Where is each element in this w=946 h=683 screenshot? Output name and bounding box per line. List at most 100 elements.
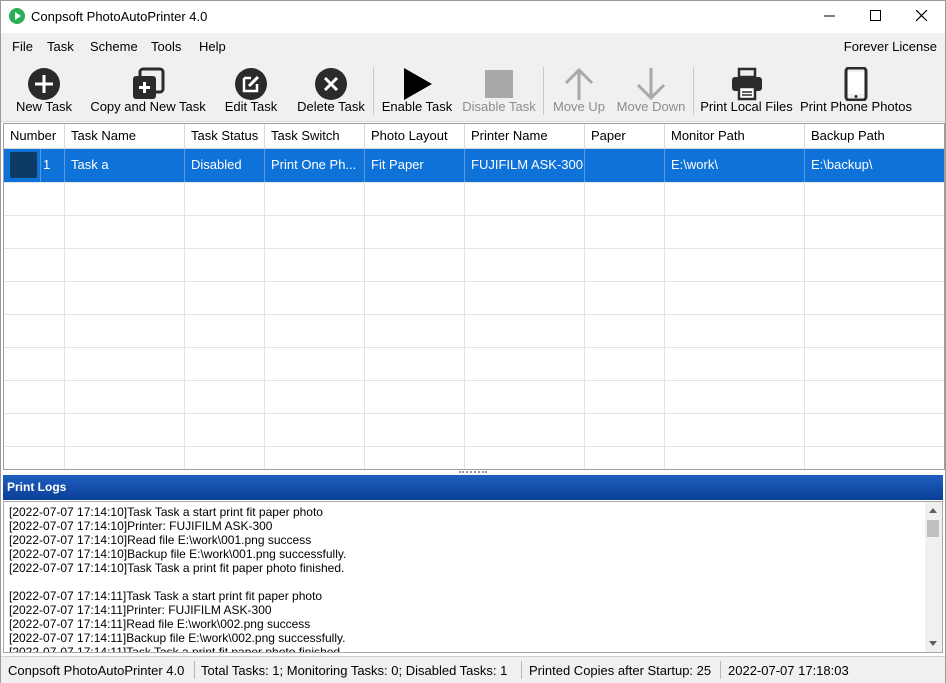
empty-cell bbox=[65, 314, 185, 347]
maximize-button[interactable] bbox=[853, 1, 899, 32]
empty-cell bbox=[805, 281, 944, 314]
print-phone-photos-button[interactable]: Print Phone Photos bbox=[798, 59, 914, 121]
edit-icon bbox=[235, 68, 267, 100]
empty-cell bbox=[265, 182, 365, 215]
empty-cell bbox=[4, 347, 65, 380]
column-number[interactable]: Number bbox=[4, 124, 65, 148]
task-grid[interactable]: Number Task Name Task Status Task Switch… bbox=[3, 123, 945, 470]
toolbar-separator bbox=[373, 67, 374, 115]
disable-task-button[interactable]: Disable Task bbox=[459, 59, 539, 121]
empty-cell bbox=[4, 413, 65, 446]
log-scrollbar[interactable] bbox=[925, 502, 942, 652]
empty-cell bbox=[465, 347, 585, 380]
empty-cell bbox=[805, 182, 944, 215]
log-line: [2022-07-07 17:14:11]Printer: FUJIFILM A… bbox=[9, 603, 272, 617]
empty-table-row[interactable] bbox=[4, 446, 944, 469]
copy-new-task-button[interactable]: Copy and New Task bbox=[85, 59, 211, 121]
empty-cell bbox=[805, 347, 944, 380]
empty-cell bbox=[665, 248, 805, 281]
status-datetime: 2022-07-07 17:18:03 bbox=[728, 663, 849, 678]
empty-table-row[interactable] bbox=[4, 380, 944, 414]
close-button[interactable] bbox=[899, 1, 945, 32]
column-task-status[interactable]: Task Status bbox=[185, 124, 265, 148]
empty-cell bbox=[65, 413, 185, 446]
empty-cell bbox=[65, 281, 185, 314]
menu-scheme[interactable]: Scheme bbox=[90, 39, 138, 54]
empty-cell bbox=[265, 314, 365, 347]
row-selector[interactable] bbox=[10, 152, 37, 178]
empty-cell bbox=[585, 281, 665, 314]
menu-tools[interactable]: Tools bbox=[151, 39, 181, 54]
scroll-down-icon[interactable] bbox=[929, 641, 937, 646]
edit-task-button[interactable]: Edit Task bbox=[219, 59, 283, 121]
empty-table-row[interactable] bbox=[4, 281, 944, 315]
empty-cell bbox=[265, 248, 365, 281]
empty-table-row[interactable] bbox=[4, 215, 944, 249]
cell-paper bbox=[585, 149, 665, 182]
empty-cell bbox=[265, 413, 365, 446]
cell-task-status: Disabled bbox=[185, 149, 265, 182]
log-line: [2022-07-07 17:14:11]Task Task a print f… bbox=[9, 645, 344, 653]
minimize-button[interactable] bbox=[807, 1, 853, 32]
cell-photo-layout: Fit Paper bbox=[365, 149, 465, 182]
empty-cell bbox=[265, 380, 365, 413]
log-line: [2022-07-07 17:14:10]Backup file E:\work… bbox=[9, 547, 347, 561]
empty-table-row[interactable] bbox=[4, 347, 944, 381]
empty-table-row[interactable] bbox=[4, 314, 944, 348]
print-local-files-button[interactable]: Print Local Files bbox=[699, 59, 794, 121]
log-line: [2022-07-07 17:14:10]Read file E:\work\0… bbox=[9, 533, 312, 547]
toolbar: New Task Copy and New Task Edit Task Del… bbox=[1, 59, 945, 122]
empty-cell bbox=[585, 446, 665, 469]
print-logs-panel[interactable]: [2022-07-07 17:14:10]Task Task a start p… bbox=[3, 501, 943, 653]
menu-help[interactable]: Help bbox=[199, 39, 226, 54]
empty-cell bbox=[365, 215, 465, 248]
empty-cell bbox=[365, 182, 465, 215]
grid-header: Number Task Name Task Status Task Switch… bbox=[4, 124, 944, 149]
move-down-button[interactable]: Move Down bbox=[613, 59, 689, 121]
new-task-button[interactable]: New Task bbox=[9, 59, 79, 121]
enable-task-button[interactable]: Enable Task bbox=[378, 59, 456, 121]
empty-cell bbox=[365, 281, 465, 314]
column-task-switch[interactable]: Task Switch bbox=[265, 124, 365, 148]
move-up-button[interactable]: Move Up bbox=[548, 59, 610, 121]
scroll-up-icon[interactable] bbox=[929, 508, 937, 513]
empty-cell bbox=[365, 380, 465, 413]
empty-cell bbox=[4, 380, 65, 413]
column-photo-layout[interactable]: Photo Layout bbox=[365, 124, 465, 148]
column-monitor-path[interactable]: Monitor Path bbox=[665, 124, 805, 148]
column-backup-path[interactable]: Backup Path bbox=[805, 124, 944, 148]
empty-cell bbox=[665, 281, 805, 314]
move-up-label: Move Up bbox=[552, 99, 606, 114]
empty-cell bbox=[465, 182, 585, 215]
empty-table-row[interactable] bbox=[4, 413, 944, 447]
empty-cell bbox=[805, 248, 944, 281]
new-task-label: New Task bbox=[15, 99, 73, 114]
delete-task-button[interactable]: Delete Task bbox=[291, 59, 371, 121]
empty-cell bbox=[585, 182, 665, 215]
license-label: Forever License bbox=[843, 39, 937, 54]
disable-task-label: Disable Task bbox=[462, 99, 536, 114]
menu-file[interactable]: File bbox=[12, 39, 33, 54]
table-row[interactable]: 1 Task a Disabled Print One Ph... Fit Pa… bbox=[4, 149, 944, 183]
empty-cell bbox=[805, 215, 944, 248]
scroll-thumb[interactable] bbox=[927, 520, 939, 537]
column-paper[interactable]: Paper bbox=[585, 124, 665, 148]
empty-cell bbox=[65, 380, 185, 413]
column-printer-name[interactable]: Printer Name bbox=[465, 124, 585, 148]
cell-backup-path: E:\backup\ bbox=[811, 157, 873, 172]
empty-table-row[interactable] bbox=[4, 248, 944, 282]
status-bar: Conpsoft PhotoAutoPrinter 4.0 Total Task… bbox=[1, 656, 945, 683]
empty-cell bbox=[65, 182, 185, 215]
title-bar[interactable]: Conpsoft PhotoAutoPrinter 4.0 bbox=[1, 1, 945, 32]
empty-table-row[interactable] bbox=[4, 182, 944, 216]
empty-cell bbox=[585, 380, 665, 413]
empty-cell bbox=[265, 446, 365, 469]
empty-cell bbox=[665, 314, 805, 347]
column-task-name[interactable]: Task Name bbox=[65, 124, 185, 148]
menu-task[interactable]: Task bbox=[47, 39, 74, 54]
cell-monitor-path: E:\work\ bbox=[665, 149, 805, 182]
empty-cell bbox=[365, 446, 465, 469]
toolbar-separator bbox=[693, 67, 694, 115]
log-line: [2022-07-07 17:14:10]Printer: FUJIFILM A… bbox=[9, 519, 273, 533]
empty-cell bbox=[665, 215, 805, 248]
